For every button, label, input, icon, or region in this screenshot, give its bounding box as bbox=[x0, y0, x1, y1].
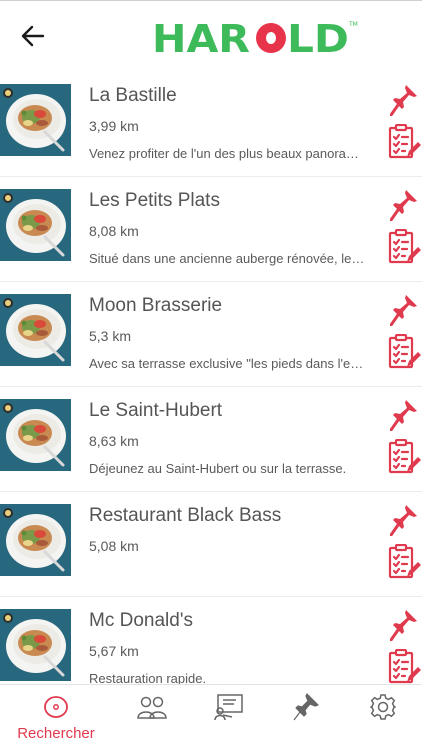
restaurant-name: La Bastille bbox=[89, 85, 177, 106]
review-button[interactable] bbox=[387, 123, 421, 160]
pin-button[interactable] bbox=[389, 399, 418, 432]
app-header: HAR LD TM bbox=[0, 0, 422, 72]
checklist-edit-icon bbox=[388, 648, 421, 684]
restaurant-row[interactable]: Moon Brasserie 5,3 km Avec sa terrasse e… bbox=[0, 282, 422, 387]
food-photo bbox=[0, 294, 71, 366]
pin-button[interactable] bbox=[389, 504, 418, 537]
restaurant-description: Avec sa terrasse exclusive "les pieds da… bbox=[89, 356, 365, 371]
pin-button[interactable] bbox=[389, 189, 418, 222]
review-button[interactable] bbox=[387, 333, 421, 370]
restaurant-distance: 8,08 km bbox=[89, 223, 139, 239]
pushpin-icon bbox=[389, 505, 417, 537]
restaurant-distance: 5,08 km bbox=[89, 538, 139, 554]
restaurant-thumbnail[interactable] bbox=[0, 504, 71, 576]
review-button[interactable] bbox=[387, 438, 421, 475]
gear-icon bbox=[370, 694, 396, 720]
pushpin-icon bbox=[389, 295, 417, 327]
restaurant-description: Déjeunez au Saint-Hubert ou sur la terra… bbox=[89, 461, 347, 476]
restaurant-distance: 5,3 km bbox=[89, 328, 132, 344]
back-button[interactable] bbox=[18, 21, 48, 51]
restaurant-description: Venez profiter de l'un des plus beaux pa… bbox=[89, 146, 365, 161]
harold-logo: HAR LD TM bbox=[152, 17, 358, 57]
review-button[interactable] bbox=[387, 228, 421, 265]
restaurant-name: Moon Brasserie bbox=[89, 295, 223, 316]
food-photo bbox=[0, 84, 71, 156]
pin-button[interactable] bbox=[389, 294, 418, 327]
pushpin-icon bbox=[293, 693, 319, 721]
review-button[interactable] bbox=[387, 543, 421, 580]
restaurant-distance: 3,99 km bbox=[89, 118, 139, 134]
restaurant-name: Mc Donald's bbox=[89, 610, 193, 631]
pin-button[interactable] bbox=[389, 84, 418, 117]
restaurant-name: Le Saint-Hubert bbox=[89, 400, 223, 421]
pushpin-icon bbox=[389, 85, 417, 117]
tab-rechercher[interactable]: Rechercher bbox=[0, 685, 112, 750]
tab-people[interactable] bbox=[122, 685, 182, 750]
review-button[interactable] bbox=[387, 648, 421, 684]
pushpin-icon bbox=[389, 400, 417, 432]
restaurant-row[interactable]: Le Saint-Hubert 8,63 km Déjeunez au Sain… bbox=[0, 387, 422, 492]
restaurant-row[interactable]: Mc Donald's 5,67 km Restauration rapide. bbox=[0, 597, 422, 684]
people-icon bbox=[137, 696, 167, 719]
restaurant-thumbnail[interactable] bbox=[0, 189, 71, 261]
checklist-edit-icon bbox=[388, 333, 421, 369]
food-photo bbox=[0, 609, 71, 681]
restaurant-name: Restaurant Black Bass bbox=[89, 505, 282, 526]
tab-label-rechercher: Rechercher bbox=[17, 725, 95, 742]
restaurant-row[interactable]: La Bastille 3,99 km Venez profiter de l'… bbox=[0, 72, 422, 177]
restaurant-distance: 5,67 km bbox=[89, 643, 139, 659]
restaurant-description: Restauration rapide. bbox=[89, 671, 207, 684]
restaurant-thumbnail[interactable] bbox=[0, 399, 71, 471]
restaurant-thumbnail[interactable] bbox=[0, 294, 71, 366]
arrow-left-icon bbox=[21, 25, 45, 47]
tab-settings[interactable] bbox=[353, 685, 413, 750]
checklist-edit-icon bbox=[388, 228, 421, 264]
pin-button[interactable] bbox=[389, 609, 418, 642]
restaurant-thumbnail[interactable] bbox=[0, 609, 71, 681]
restaurant-row[interactable]: Les Petits Plats 8,08 km Situé dans une … bbox=[0, 177, 422, 282]
restaurant-row[interactable]: Restaurant Black Bass 5,08 km bbox=[0, 492, 422, 597]
svg-text:HAR: HAR bbox=[152, 17, 250, 57]
restaurant-distance: 8,63 km bbox=[89, 433, 139, 449]
restaurant-description: Situé dans une ancienne auberge rénovée,… bbox=[89, 251, 365, 266]
pushpin-icon bbox=[389, 190, 417, 222]
svg-text:LD: LD bbox=[287, 17, 349, 57]
bottom-tab-bar: Rechercher bbox=[0, 684, 422, 750]
restaurant-list[interactable]: La Bastille 3,99 km Venez profiter de l'… bbox=[0, 72, 422, 684]
food-photo bbox=[0, 189, 71, 261]
checklist-edit-icon bbox=[388, 123, 421, 159]
tab-pins[interactable] bbox=[276, 685, 336, 750]
pushpin-icon bbox=[389, 610, 417, 642]
food-photo bbox=[0, 399, 71, 471]
food-photo bbox=[0, 504, 71, 576]
tab-presentation[interactable] bbox=[199, 685, 259, 750]
svg-text:TM: TM bbox=[348, 21, 358, 28]
presentation-icon bbox=[214, 694, 243, 721]
checklist-edit-icon bbox=[388, 543, 421, 579]
restaurant-name: Les Petits Plats bbox=[89, 190, 220, 211]
checklist-edit-icon bbox=[388, 438, 421, 474]
target-icon bbox=[44, 696, 68, 718]
restaurant-thumbnail[interactable] bbox=[0, 84, 71, 156]
